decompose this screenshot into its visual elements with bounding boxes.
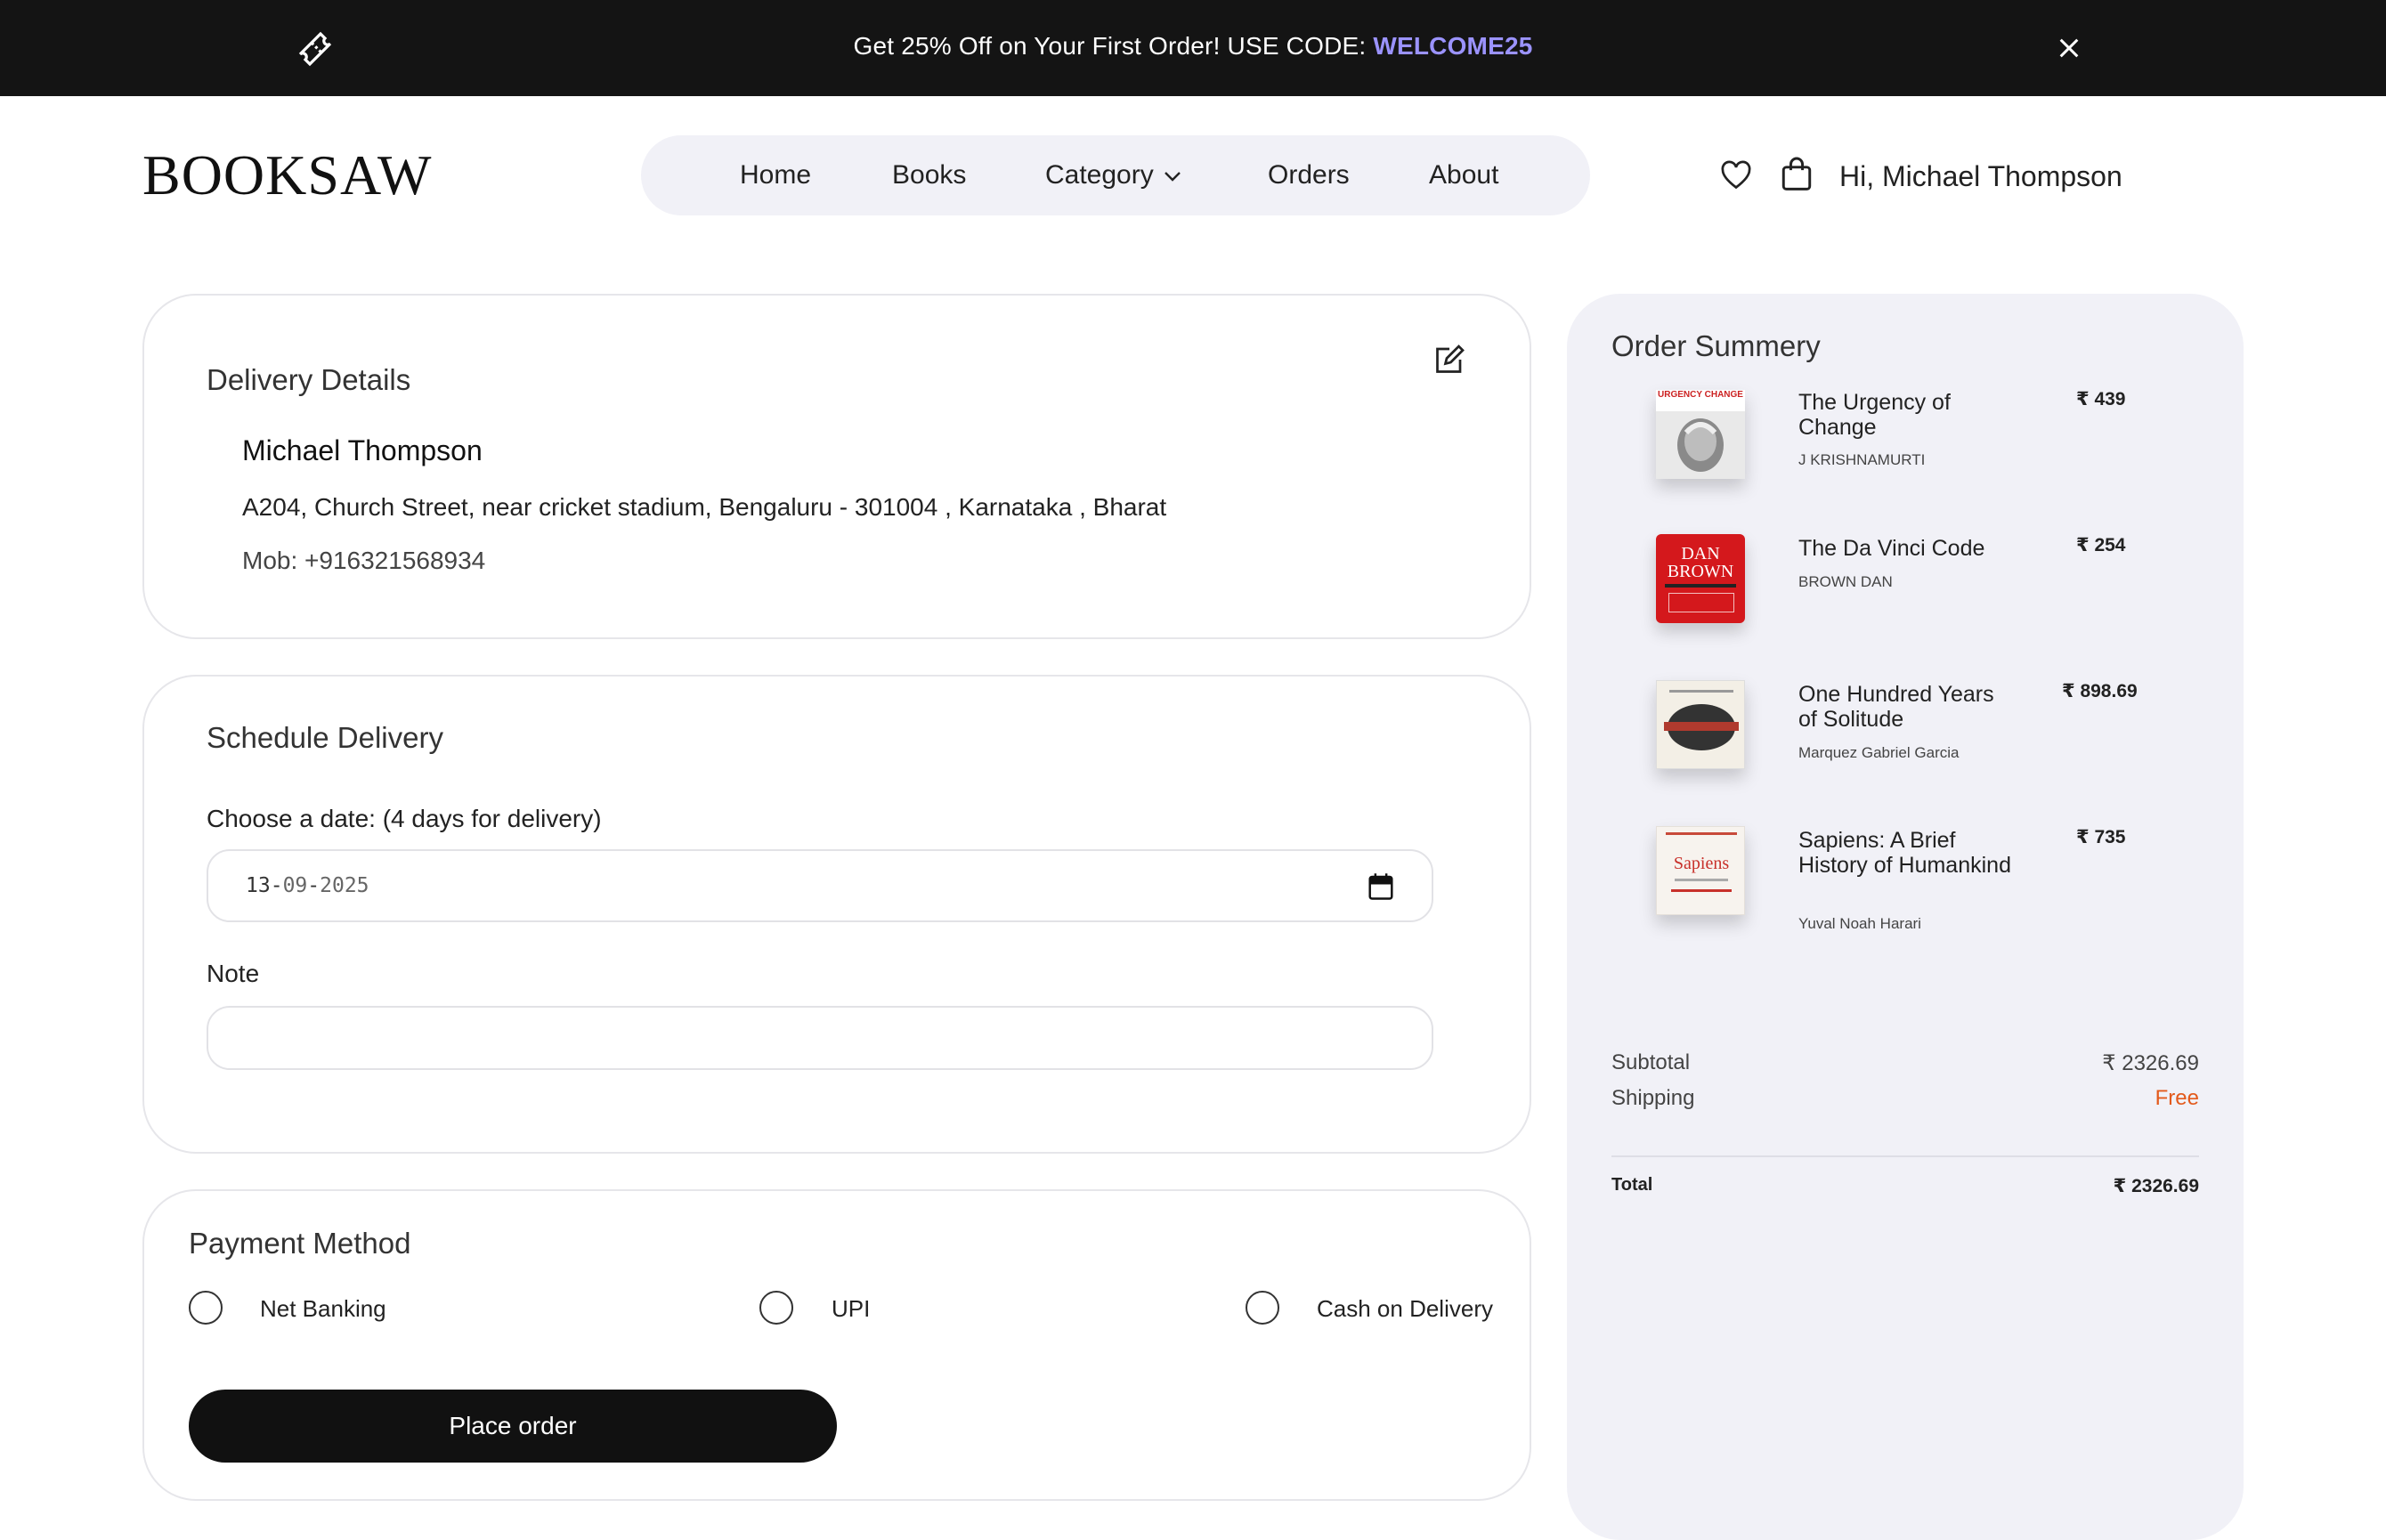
nav-about[interactable]: About xyxy=(1429,160,1498,190)
schedule-delivery-title: Schedule Delivery xyxy=(207,721,443,754)
upi-label[interactable]: UPI xyxy=(832,1295,870,1323)
date-label: Choose a date: (4 days for delivery) xyxy=(207,805,602,832)
booksaw-logo[interactable]: BOOKSAW xyxy=(142,142,432,208)
book-author: Yuval Noah Harari xyxy=(1798,915,1921,932)
close-icon[interactable] xyxy=(2055,34,2083,62)
book-cover-sapiens[interactable]: Sapiens xyxy=(1656,826,1745,915)
payment-method-title: Payment Method xyxy=(189,1227,411,1260)
total-label: Total xyxy=(1611,1175,1653,1195)
cover-stripe xyxy=(1665,584,1736,588)
recipient-name: Michael Thompson xyxy=(242,434,483,466)
total-value: ₹ 2326.69 xyxy=(2113,1176,2199,1196)
book-title[interactable]: Sapiens: A Brief History of Humankind xyxy=(1798,828,2012,878)
note-label: Note xyxy=(207,960,260,987)
book-cover-urgency-of-change[interactable]: URGENCY CHANGE xyxy=(1656,390,1745,479)
cover-line xyxy=(1671,889,1732,892)
shopping-bag-icon[interactable] xyxy=(1781,157,1813,192)
nav-orders[interactable]: Orders xyxy=(1268,160,1350,190)
book-author: J KRISHNAMURTI xyxy=(1798,451,1926,468)
cover-band xyxy=(1664,722,1739,731)
net-banking-label[interactable]: Net Banking xyxy=(260,1295,386,1323)
summary-divider xyxy=(1611,1155,2199,1157)
book-cover-one-hundred-years[interactable] xyxy=(1656,680,1745,769)
edit-icon[interactable] xyxy=(1433,344,1465,376)
order-summary-title: Order Summery xyxy=(1611,329,1821,362)
promo-text: Get 25% Off on Your First Order! USE COD… xyxy=(853,32,1533,60)
promo-bar: Get 25% Off on Your First Order! USE COD… xyxy=(0,0,2386,96)
book-title[interactable]: The Urgency of Change xyxy=(1798,390,2012,440)
net-banking-radio[interactable] xyxy=(189,1291,223,1325)
book-title[interactable]: One Hundred Years of Solitude xyxy=(1798,682,2012,732)
chevron-down-icon xyxy=(1164,172,1181,182)
book-cover-da-vinci-code[interactable]: DAN BROWN xyxy=(1656,534,1745,623)
book-price: ₹ 439 xyxy=(2076,389,2126,409)
cover-line xyxy=(1675,879,1728,881)
nav-books[interactable]: Books xyxy=(892,160,966,190)
cover-frame xyxy=(1668,593,1734,612)
shipping-label: Shipping xyxy=(1611,1086,1695,1110)
upi-radio[interactable] xyxy=(759,1291,793,1325)
mobile-number: Mob: +916321568934 xyxy=(242,547,486,574)
cover-line xyxy=(1666,832,1737,835)
heart-icon[interactable] xyxy=(1720,160,1752,190)
user-greeting[interactable]: Hi, Michael Thompson xyxy=(1839,160,2122,193)
cash-on-delivery-label[interactable]: Cash on Delivery xyxy=(1317,1295,1493,1323)
delivery-details-title: Delivery Details xyxy=(207,363,411,396)
nav-category[interactable]: Category xyxy=(1045,160,1182,190)
subtotal-label: Subtotal xyxy=(1611,1050,1691,1074)
cover-line xyxy=(1669,690,1733,693)
note-input[interactable] xyxy=(207,1006,1433,1070)
date-input[interactable]: 13-09-2025 xyxy=(207,849,1433,922)
main-nav: Home Books Category Orders About xyxy=(641,135,1590,215)
date-value[interactable]: 13-09-2025 xyxy=(246,874,369,897)
calendar-icon[interactable] xyxy=(1367,872,1394,901)
shipping-value: Free xyxy=(2155,1086,2199,1110)
place-order-button[interactable]: Place order xyxy=(189,1390,837,1463)
subtotal-value: ₹ 2326.69 xyxy=(2102,1051,2199,1075)
book-price: ₹ 898.69 xyxy=(2062,681,2138,701)
portrait-image xyxy=(1677,418,1724,472)
book-title[interactable]: The Da Vinci Code xyxy=(1798,536,2012,561)
book-author: BROWN DAN xyxy=(1798,573,1893,590)
delivery-address: A204, Church Street, near cricket stadiu… xyxy=(242,493,1167,521)
cash-on-delivery-radio[interactable] xyxy=(1246,1291,1279,1325)
nav-home[interactable]: Home xyxy=(740,160,811,190)
book-author: Marquez Gabriel Garcia xyxy=(1798,744,1960,761)
promo-code: WELCOME25 xyxy=(1373,32,1533,60)
book-price: ₹ 254 xyxy=(2076,535,2126,555)
book-price: ₹ 735 xyxy=(2076,827,2126,847)
